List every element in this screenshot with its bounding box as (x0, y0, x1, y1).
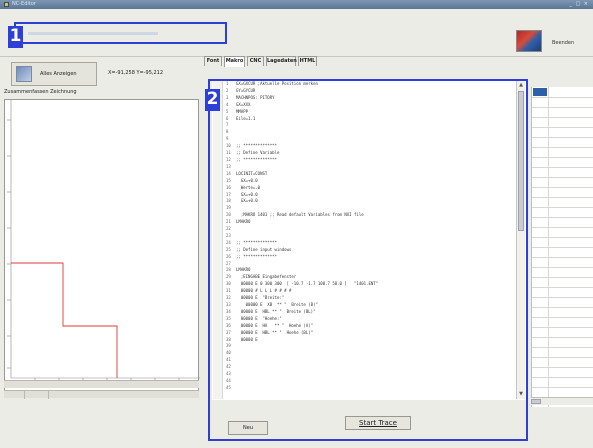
tab-cnc[interactable]: CNC (247, 56, 264, 66)
tab-font[interactable]: Font (204, 56, 222, 66)
grid-row-divider (532, 297, 593, 298)
grid-row-divider (532, 147, 593, 148)
data-grid[interactable] (531, 87, 593, 407)
grid-row-divider (532, 207, 593, 208)
title-bar: NC-Editor _ □ × (0, 0, 593, 9)
grid-horizontal-scrollbar[interactable] (531, 397, 593, 405)
grid-row-divider (532, 367, 593, 368)
window-controls[interactable]: _ □ × (569, 1, 589, 8)
grid-row-divider (532, 187, 593, 188)
callout-1-badge: 1 (8, 26, 23, 48)
grid-row-divider (532, 197, 593, 198)
alles-anzeigen-button[interactable]: Alles Anzeigen (11, 62, 97, 86)
tab-makro[interactable]: Makro (224, 56, 245, 67)
selected-cell[interactable] (533, 88, 547, 96)
grid-row-divider (532, 347, 593, 348)
grid-row-divider (532, 217, 593, 218)
tab-lagedaten[interactable]: Lagedaten (266, 56, 297, 66)
coordinate-readout: X=-91,258 Y=-95,212 (108, 70, 164, 76)
grid-row-divider (532, 377, 593, 378)
window-title: NC-Editor (12, 1, 36, 7)
grid-row-divider (532, 287, 593, 288)
callout-2-frame (208, 79, 528, 441)
grid-row-divider (532, 357, 593, 358)
callout-1-frame (14, 22, 227, 44)
status-divider (24, 391, 25, 399)
drawing-svg (7, 100, 200, 383)
grid-row-divider (532, 127, 593, 128)
left-status-bar-2 (4, 390, 199, 399)
grid-row-divider (532, 277, 593, 278)
drawing-label: Zusammenfassen Zeichnung (4, 89, 77, 95)
grid-row-divider (532, 317, 593, 318)
neu-button[interactable]: Neu (228, 421, 268, 435)
grid-row-divider (532, 257, 593, 258)
grid-row-divider (532, 137, 593, 138)
grid-row-divider (532, 327, 593, 328)
callout-2-badge: 2 (205, 89, 220, 111)
grid-row-divider (532, 247, 593, 248)
grid-row-divider (532, 177, 593, 178)
left-status-bar (4, 380, 199, 388)
beenden-label[interactable]: Beenden (552, 40, 574, 46)
grid-row-divider (532, 167, 593, 168)
tab-bar: Font Makro CNC Lagedaten HTML (204, 56, 534, 67)
grid-row-divider (532, 227, 593, 228)
status-divider (48, 391, 49, 399)
grid-row-divider (532, 157, 593, 158)
grid-row-divider (532, 107, 593, 108)
grid-row-divider (532, 237, 593, 238)
start-trace-button[interactable]: Start Trace (345, 416, 411, 430)
grid-row-divider (532, 97, 593, 98)
scrollbar-thumb[interactable] (531, 399, 541, 404)
exit-icon[interactable] (516, 30, 542, 52)
grid-row-divider (532, 117, 593, 118)
zoom-all-icon (16, 66, 32, 82)
tab-html[interactable]: HTML (298, 56, 317, 66)
alles-anzeigen-label: Alles Anzeigen (40, 71, 77, 77)
grid-row-divider (532, 307, 593, 308)
app-icon (4, 2, 9, 7)
grid-row-divider (532, 387, 593, 388)
drawing-canvas[interactable] (4, 99, 200, 395)
grid-row-divider (532, 337, 593, 338)
grid-row-divider (532, 267, 593, 268)
